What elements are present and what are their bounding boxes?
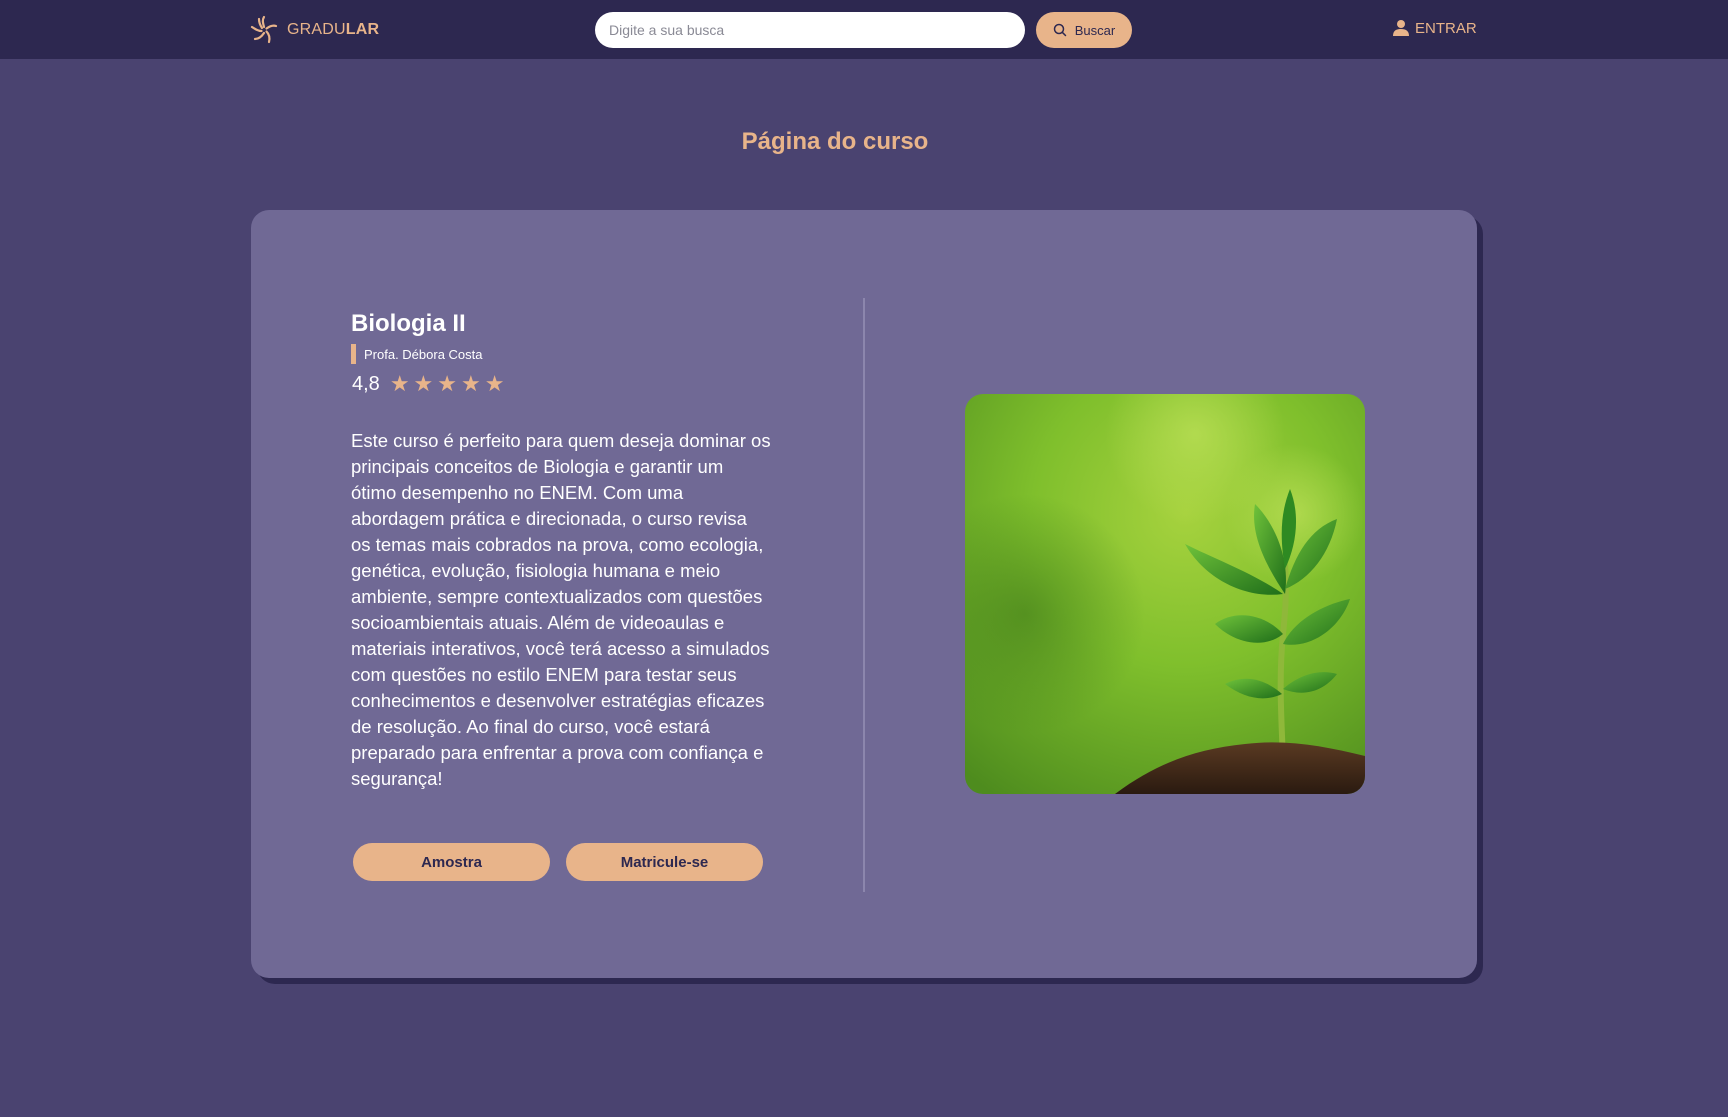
brand-name-suffix: LAR (345, 21, 380, 38)
search-icon (1053, 23, 1067, 37)
star-icon: ★ (413, 371, 434, 396)
login-label: ENTRAR (1415, 19, 1477, 37)
course-rating: 4,8 ★ ★ ★ ★ ★ (352, 372, 504, 396)
teacher-name: Profa. Débora Costa (364, 346, 483, 362)
sunburst-logo-icon (250, 15, 278, 44)
rating-stars: ★ ★ ★ ★ ★ (390, 373, 505, 395)
course-title: Biologia II (351, 310, 466, 337)
search-input[interactable] (609, 22, 1011, 38)
star-icon: ★ (461, 371, 481, 396)
brand-name-prefix: GRADU (287, 21, 346, 38)
course-image (965, 394, 1365, 794)
plant-sprout-image (965, 394, 1365, 794)
vertical-divider (863, 298, 865, 892)
enroll-button[interactable]: Matricule-se (566, 843, 763, 881)
user-icon (1393, 20, 1409, 36)
search-button[interactable]: Buscar (1036, 12, 1132, 48)
course-card: Biologia II Profa. Débora Costa 4,8 ★ ★ … (251, 210, 1477, 978)
search-box[interactable] (595, 12, 1025, 48)
course-description: Este curso é perfeito para quem deseja d… (351, 430, 771, 789)
top-navbar: GRADULAR Buscar ENTRAR (0, 0, 1728, 59)
rating-score: 4,8 (352, 372, 380, 395)
star-icon: ★ (484, 371, 505, 396)
brand-name: GRADULAR (287, 21, 379, 39)
teacher-accent-bar (351, 344, 356, 364)
course-teacher: Profa. Débora Costa (351, 344, 483, 364)
login-link[interactable]: ENTRAR (1393, 16, 1477, 40)
sample-button[interactable]: Amostra (353, 843, 550, 881)
star-icon: ★ (389, 371, 410, 396)
brand-logo[interactable]: GRADULAR (249, 14, 379, 46)
search-button-label: Buscar (1074, 22, 1116, 38)
page-title: Página do curso (741, 128, 929, 155)
star-icon: ★ (437, 371, 458, 396)
